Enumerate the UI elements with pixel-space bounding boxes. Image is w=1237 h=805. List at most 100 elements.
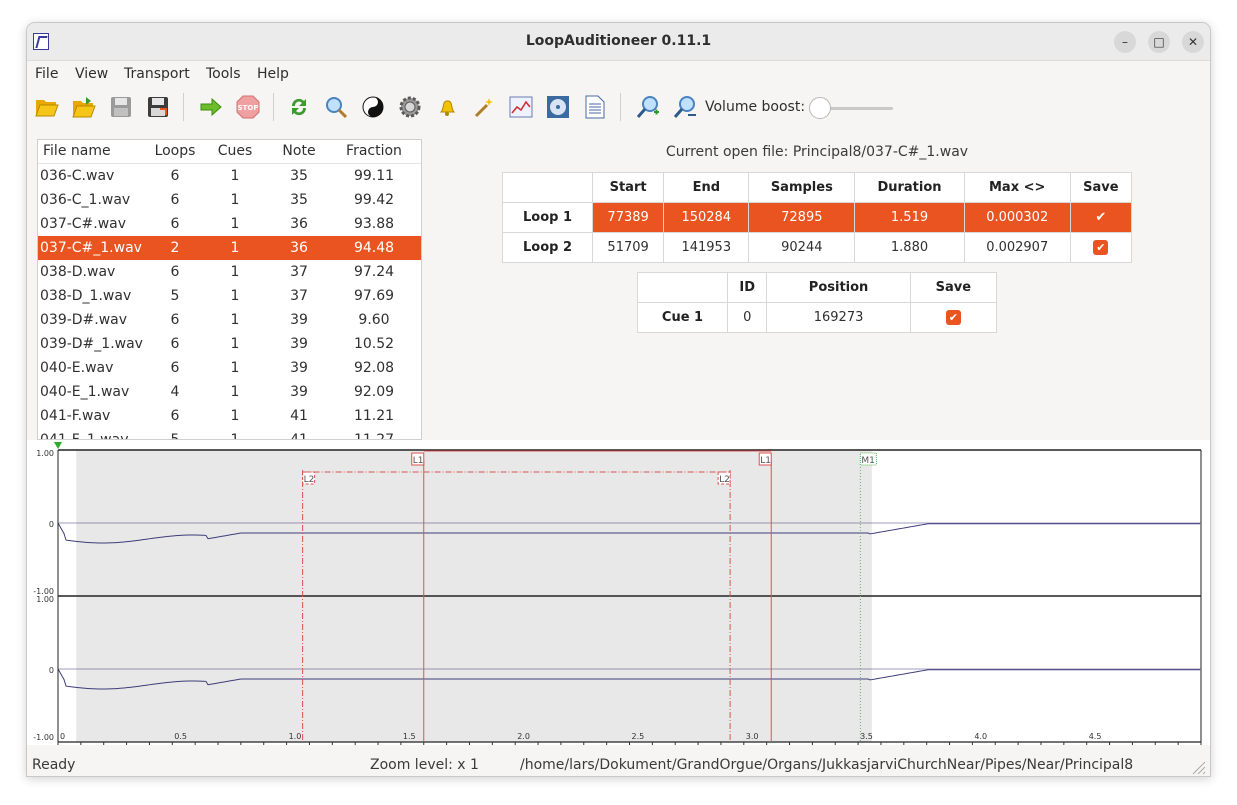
loops-cell: 5 bbox=[170, 288, 180, 304]
menu-bar: File View Transport Tools Help bbox=[27, 61, 1210, 87]
fraction-cell: 10.52 bbox=[353, 336, 395, 352]
yin-yang-icon[interactable] bbox=[359, 93, 387, 121]
loops-table: Start End Samples Duration Max <> Save L… bbox=[502, 172, 1133, 263]
zoom-out-icon[interactable] bbox=[671, 93, 699, 121]
loop-start-cell[interactable]: 77389 bbox=[591, 202, 665, 233]
loop-end-cell[interactable]: 150284 bbox=[663, 202, 750, 233]
column-header-file-name[interactable]: File name bbox=[38, 140, 146, 163]
document-icon[interactable] bbox=[581, 93, 609, 121]
play-icon[interactable] bbox=[197, 93, 225, 121]
file-list-row[interactable]: 038-D_1.wav 5 1 37 97.69 bbox=[38, 284, 421, 308]
cd-icon[interactable] bbox=[544, 93, 572, 121]
row-label[interactable]: Loop 2 bbox=[502, 232, 593, 263]
loop-start-cell[interactable]: 51709 bbox=[591, 232, 665, 263]
waveform-view[interactable]: 1.00 0 -1.00 1.00 0 -1.00 L1 L1 L2 L2 M1 0 0.5 1.0 1.5… bbox=[27, 440, 1211, 747]
loop-row[interactable]: Loop 1 77389 150284 72895 1.519 0.000302… bbox=[502, 202, 1133, 233]
x-axis-tick-label: 3.5 bbox=[860, 732, 873, 741]
column-header-max: Max <> bbox=[963, 172, 1071, 203]
stop-icon[interactable]: STOP bbox=[234, 93, 262, 121]
loop-1-marker-label: L1 bbox=[760, 456, 771, 466]
column-header-fraction[interactable]: Fraction bbox=[332, 140, 416, 163]
chart-icon[interactable] bbox=[507, 93, 535, 121]
zoom-in-icon[interactable] bbox=[634, 93, 662, 121]
search-icon[interactable] bbox=[322, 93, 350, 121]
save-as-icon[interactable] bbox=[144, 93, 172, 121]
file-list-row[interactable]: 041-F.wav 6 1 41 11.21 bbox=[38, 404, 421, 428]
checkmark-icon: ✔ bbox=[945, 310, 961, 325]
cues-cell: 1 bbox=[230, 336, 240, 352]
loops-cell: 6 bbox=[170, 360, 180, 376]
file-name-cell: 039-D#.wav bbox=[40, 312, 128, 328]
magic-wand-icon[interactable] bbox=[470, 93, 498, 121]
file-list-row[interactable]: 036-C.wav 6 1 35 99.11 bbox=[38, 164, 421, 188]
menu-view[interactable]: View bbox=[75, 66, 108, 82]
menu-help[interactable]: Help bbox=[257, 66, 289, 82]
cue-row[interactable]: Cue 1 0 169273 ✔ bbox=[637, 302, 998, 333]
loop-save-checkbox[interactable]: ✔ bbox=[1069, 232, 1133, 263]
file-list-header: File name Loops Cues Note Fraction bbox=[38, 140, 421, 164]
file-list-row[interactable]: 038-D.wav 6 1 37 97.24 bbox=[38, 260, 421, 284]
refresh-icon[interactable] bbox=[285, 93, 313, 121]
y-axis-label: -1.00 bbox=[33, 733, 54, 742]
column-header-start: Start bbox=[591, 172, 665, 203]
save-icon[interactable] bbox=[107, 93, 135, 121]
close-button[interactable]: ✕ bbox=[1182, 31, 1204, 53]
file-list-row[interactable]: 040-E.wav 6 1 39 92.08 bbox=[38, 356, 421, 380]
corner-cell bbox=[637, 272, 728, 303]
file-list-row[interactable]: 037-C#.wav 6 1 36 93.88 bbox=[38, 212, 421, 236]
column-header-cues[interactable]: Cues bbox=[204, 140, 266, 163]
loops-cell: 6 bbox=[170, 216, 180, 232]
cues-cell: 1 bbox=[230, 432, 240, 440]
file-list-row[interactable]: 037-C#_1.wav 2 1 36 94.48 bbox=[38, 236, 421, 260]
resize-grip-icon[interactable] bbox=[1190, 759, 1206, 775]
minimize-button[interactable]: – bbox=[1114, 31, 1136, 53]
cue-save-checkbox[interactable]: ✔ bbox=[909, 302, 998, 333]
row-label[interactable]: Loop 1 bbox=[502, 202, 593, 233]
loops-cell: 6 bbox=[170, 336, 180, 352]
column-header-note[interactable]: Note bbox=[266, 140, 332, 163]
column-header-position: Position bbox=[766, 272, 911, 303]
loops-cell: 6 bbox=[170, 312, 180, 328]
file-list-row[interactable]: 039-D#_1.wav 6 1 39 10.52 bbox=[38, 332, 421, 356]
file-list-row[interactable]: 041-F_1.wav 5 1 41 11.27 bbox=[38, 428, 421, 440]
open-icon[interactable] bbox=[33, 93, 61, 121]
row-label[interactable]: Cue 1 bbox=[637, 302, 728, 333]
status-zoom-level: Zoom level: x 1 bbox=[370, 757, 479, 773]
fraction-cell: 99.11 bbox=[353, 168, 395, 184]
file-list-row[interactable]: 039-D#.wav 6 1 39 9.60 bbox=[38, 308, 421, 332]
maximize-button[interactable]: □ bbox=[1148, 31, 1170, 53]
loop-save-checkbox[interactable]: ✔ bbox=[1069, 202, 1133, 233]
y-axis-label: 0 bbox=[49, 520, 54, 529]
column-header-loops[interactable]: Loops bbox=[146, 140, 204, 163]
menu-transport[interactable]: Transport bbox=[124, 66, 190, 82]
file-list[interactable]: File name Loops Cues Note Fraction 036-C… bbox=[37, 139, 422, 440]
file-list-row[interactable]: 036-C_1.wav 6 1 35 99.42 bbox=[38, 188, 421, 212]
bell-icon[interactable] bbox=[433, 93, 461, 121]
loops-cell: 2 bbox=[170, 240, 180, 256]
open-folder-icon[interactable] bbox=[70, 93, 98, 121]
menu-tools[interactable]: Tools bbox=[206, 66, 241, 82]
column-header-duration: Duration bbox=[854, 172, 965, 203]
volume-boost-slider-knob[interactable] bbox=[809, 97, 831, 119]
cues-cell: 1 bbox=[230, 192, 240, 208]
loops-cell: 6 bbox=[170, 264, 180, 280]
cues-cell: 1 bbox=[230, 240, 240, 256]
note-cell: 35 bbox=[290, 168, 308, 184]
loop-2-marker-label: L2 bbox=[719, 475, 730, 485]
y-axis-label: 1.00 bbox=[36, 595, 54, 604]
fraction-cell: 9.60 bbox=[358, 312, 390, 328]
loop-duration-cell: 1.519 bbox=[854, 202, 965, 233]
fraction-cell: 94.48 bbox=[353, 240, 395, 256]
settings-gear-icon[interactable] bbox=[396, 93, 424, 121]
loop-end-cell[interactable]: 141953 bbox=[663, 232, 750, 263]
y-axis-label: 1.00 bbox=[36, 449, 54, 458]
loop-row[interactable]: Loop 2 51709 141953 90244 1.880 0.002907… bbox=[502, 232, 1133, 263]
cues-cell: 1 bbox=[230, 288, 240, 304]
cues-cell: 1 bbox=[230, 312, 240, 328]
file-list-row[interactable]: 040-E_1.wav 4 1 39 92.09 bbox=[38, 380, 421, 404]
fraction-cell: 11.21 bbox=[353, 408, 395, 424]
cue-position-cell[interactable]: 169273 bbox=[766, 302, 911, 333]
menu-file[interactable]: File bbox=[35, 66, 58, 82]
waveform-canvas[interactable]: 1.000-1.001.000-1.00L1 L1L2 L2M10 0.5 1.0 1.5… bbox=[27, 440, 1211, 747]
loop-1-marker-label: L1 bbox=[413, 456, 424, 466]
